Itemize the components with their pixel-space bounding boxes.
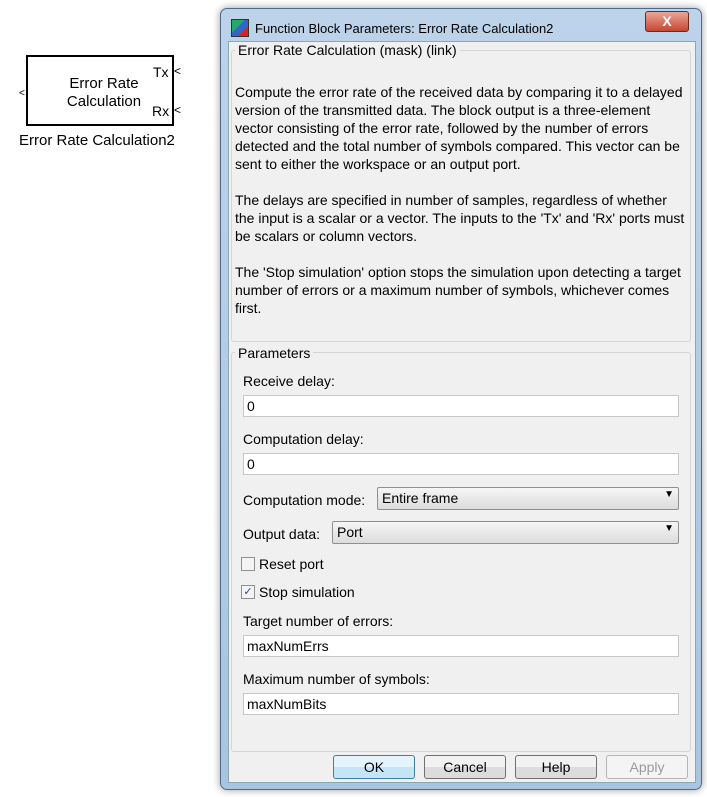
stop-simulation-checkbox[interactable]: ✓: [241, 585, 255, 599]
description-paragraph: The delays are specified in number of sa…: [235, 192, 685, 244]
computation-mode-select[interactable]: Entire frame ▼: [377, 487, 679, 510]
computation-delay-label: Computation delay:: [243, 431, 364, 447]
chevron-down-icon: ▼: [664, 489, 674, 500]
computation-mode-label: Computation mode:: [243, 492, 366, 508]
block-label-line1: Error Rate: [69, 75, 139, 92]
receive-delay-label: Receive delay:: [243, 373, 335, 389]
port-rx-label: Rx: [152, 103, 170, 119]
block-label-line2: Calculation: [66, 93, 142, 110]
port-tx-label: Tx: [153, 64, 169, 80]
output-data-label: Output data:: [243, 526, 321, 542]
dialog-window: Function Block Parameters: Error Rate Ca…: [220, 8, 702, 790]
receive-delay-input[interactable]: 0: [243, 395, 679, 417]
max-symbols-label: Maximum number of symbols:: [243, 671, 430, 687]
description-paragraph: The 'Stop simulation' option stops the s…: [235, 264, 681, 316]
tx-input-port-icon: <: [174, 64, 182, 78]
stop-simulation-label: Stop simulation: [259, 584, 355, 600]
target-errors-input[interactable]: maxNumErrs: [243, 635, 679, 657]
help-button[interactable]: Help: [515, 755, 597, 779]
description-group: Error Rate Calculation (mask) (link) Com…: [231, 42, 691, 342]
reset-port-label: Reset port: [259, 556, 324, 572]
computation-mode-value: Entire frame: [382, 490, 459, 506]
reset-port-checkbox[interactable]: [241, 557, 255, 571]
output-data-select[interactable]: Port ▼: [332, 521, 679, 544]
apply-button[interactable]: Apply: [606, 755, 688, 779]
rx-input-port-icon: <: [174, 103, 182, 117]
ok-button[interactable]: OK: [333, 755, 415, 779]
output-data-value: Port: [337, 524, 363, 540]
description-group-title: Error Rate Calculation (mask) (link): [235, 42, 460, 58]
simulink-app-icon: [231, 19, 249, 37]
block-label: Error Rate Calculation: [40, 75, 168, 111]
description-paragraph: Compute the error rate of the received d…: [235, 84, 683, 172]
parameters-group-title: Parameters: [235, 345, 314, 361]
target-errors-label: Target number of errors:: [243, 613, 394, 629]
output-port-icon: <: [19, 88, 25, 99]
close-button[interactable]: X: [645, 11, 689, 32]
cancel-button[interactable]: Cancel: [424, 755, 506, 779]
chevron-down-icon: ▼: [664, 523, 674, 534]
computation-delay-input[interactable]: 0: [243, 453, 679, 475]
dialog-client: Error Rate Calculation (mask) (link) Com…: [228, 41, 696, 783]
block-name: Error Rate Calculation2: [19, 132, 175, 149]
max-symbols-input[interactable]: maxNumBits: [243, 693, 679, 715]
dialog-title: Function Block Parameters: Error Rate Ca…: [255, 21, 554, 36]
